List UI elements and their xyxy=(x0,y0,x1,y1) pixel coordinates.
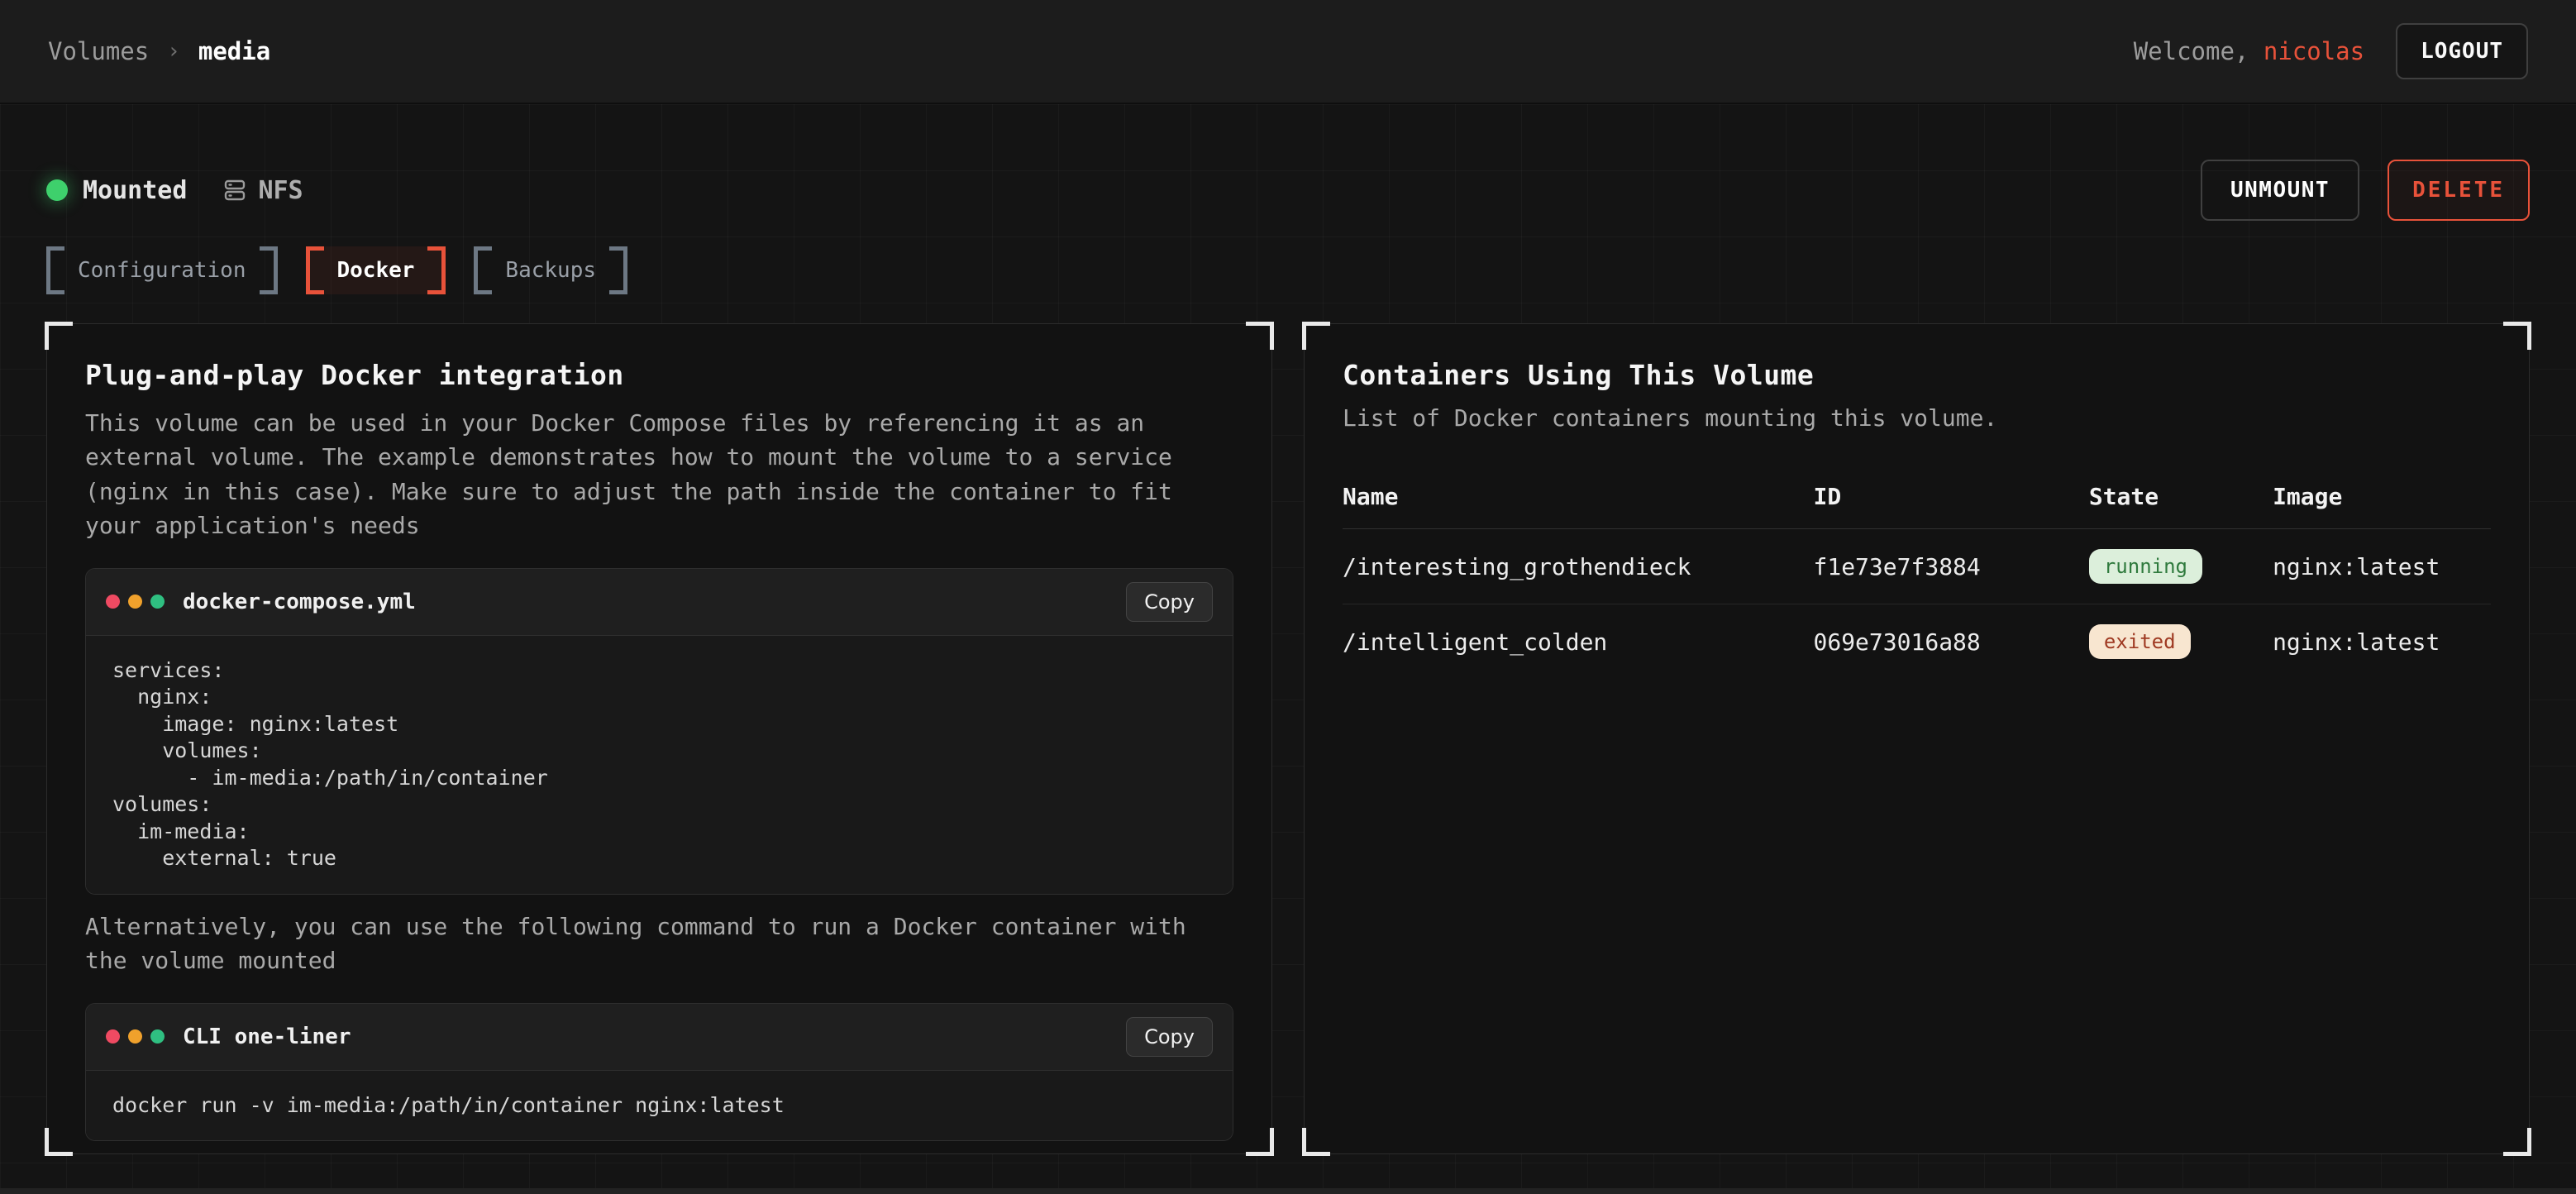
column-header-name: Name xyxy=(1343,471,1813,529)
traffic-light-green-icon xyxy=(150,1029,165,1044)
server-icon xyxy=(222,177,248,203)
traffic-light-green-icon xyxy=(150,595,165,609)
panel-description: This volume can be used in your Docker C… xyxy=(85,406,1233,543)
traffic-light-yellow-icon xyxy=(128,1029,142,1044)
compose-code-block: docker-compose.yml Copy services: nginx:… xyxy=(85,568,1233,895)
containers-panel: Containers Using This Volume List of Doc… xyxy=(1304,323,2530,1154)
panel-title: Plug-and-play Docker integration xyxy=(85,359,1233,391)
copy-cli-button[interactable]: Copy xyxy=(1126,1017,1213,1057)
corner-bracket xyxy=(1302,322,1330,350)
logout-button[interactable]: LOGOUT xyxy=(2396,23,2528,79)
chevron-right-icon: › xyxy=(167,39,180,64)
cli-code-content: docker run -v im-media:/path/in/containe… xyxy=(112,1092,1206,1120)
tab-configuration[interactable]: Configuration xyxy=(46,246,278,294)
column-header-id: ID xyxy=(1813,471,2088,529)
breadcrumb: Volumes › media xyxy=(48,37,270,65)
state-badge: running xyxy=(2089,549,2202,584)
corner-bracket xyxy=(45,1128,73,1156)
traffic-lights xyxy=(106,1029,165,1044)
breadcrumb-volumes-link[interactable]: Volumes xyxy=(48,37,149,65)
containers-table: Name ID State Image /interesting_grothen… xyxy=(1343,471,2491,679)
corner-bracket xyxy=(45,322,73,350)
container-id-cell: f1e73e7f3884 xyxy=(1813,529,2088,604)
corner-bracket xyxy=(1302,1128,1330,1156)
mounted-status-label: Mounted xyxy=(83,176,187,205)
tab-bar: Configuration Docker Backups xyxy=(46,246,2530,294)
unmount-button[interactable]: UNMOUNT xyxy=(2201,160,2359,221)
container-name-cell: /interesting_grothendieck xyxy=(1343,529,1813,604)
container-image-cell: nginx:latest xyxy=(2273,529,2491,604)
panel-title: Containers Using This Volume xyxy=(1343,359,2491,391)
traffic-light-red-icon xyxy=(106,595,120,609)
top-bar: Volumes › media Welcome, nicolas LOGOUT xyxy=(0,0,2576,104)
cli-code-block: CLI one-liner Copy docker run -v im-medi… xyxy=(85,1003,1233,1142)
table-row: /interesting_grothendieck f1e73e7f3884 r… xyxy=(1343,529,2491,604)
compose-code-content: services: nginx: image: nginx:latest vol… xyxy=(112,657,1206,872)
username: nicolas xyxy=(2264,37,2364,65)
main-content: Mounted NFS UNMOUNT DELETE Configuration… xyxy=(0,104,2576,1194)
delete-button[interactable]: DELETE xyxy=(2388,160,2530,221)
column-header-state: State xyxy=(2089,471,2273,529)
code-filename: docker-compose.yml xyxy=(183,590,416,614)
state-badge: exited xyxy=(2089,624,2191,659)
container-image-cell: nginx:latest xyxy=(2273,604,2491,680)
cli-intro-text: Alternatively, you can use the following… xyxy=(85,910,1233,978)
welcome-prefix: Welcome, xyxy=(2134,37,2264,65)
table-row: /intelligent_colden 069e73016a88 exited … xyxy=(1343,604,2491,680)
corner-bracket xyxy=(2503,322,2531,350)
traffic-light-red-icon xyxy=(106,1029,120,1044)
corner-bracket xyxy=(1246,1128,1274,1156)
traffic-light-yellow-icon xyxy=(128,595,142,609)
container-id-cell: 069e73016a88 xyxy=(1813,604,2088,680)
status-bar: Mounted NFS UNMOUNT DELETE xyxy=(46,162,2530,218)
container-name-cell: /intelligent_colden xyxy=(1343,604,1813,680)
panel-subtitle: List of Docker containers mounting this … xyxy=(1343,404,2491,432)
corner-bracket xyxy=(2503,1128,2531,1156)
volume-driver: NFS xyxy=(222,176,303,205)
copy-compose-button[interactable]: Copy xyxy=(1126,582,1213,622)
docker-integration-panel: Plug-and-play Docker integration This vo… xyxy=(46,323,1272,1154)
bottom-divider xyxy=(0,1188,2576,1194)
tab-backups[interactable]: Backups xyxy=(474,246,627,294)
tab-docker[interactable]: Docker xyxy=(306,246,446,294)
welcome-text: Welcome, nicolas xyxy=(2134,37,2364,65)
mounted-status-dot-icon xyxy=(46,179,68,201)
column-header-image: Image xyxy=(2273,471,2491,529)
breadcrumb-current-volume: media xyxy=(198,37,270,65)
corner-bracket xyxy=(1246,322,1274,350)
traffic-lights xyxy=(106,595,165,609)
code-filename: CLI one-liner xyxy=(183,1024,351,1049)
driver-type-label: NFS xyxy=(258,176,303,205)
